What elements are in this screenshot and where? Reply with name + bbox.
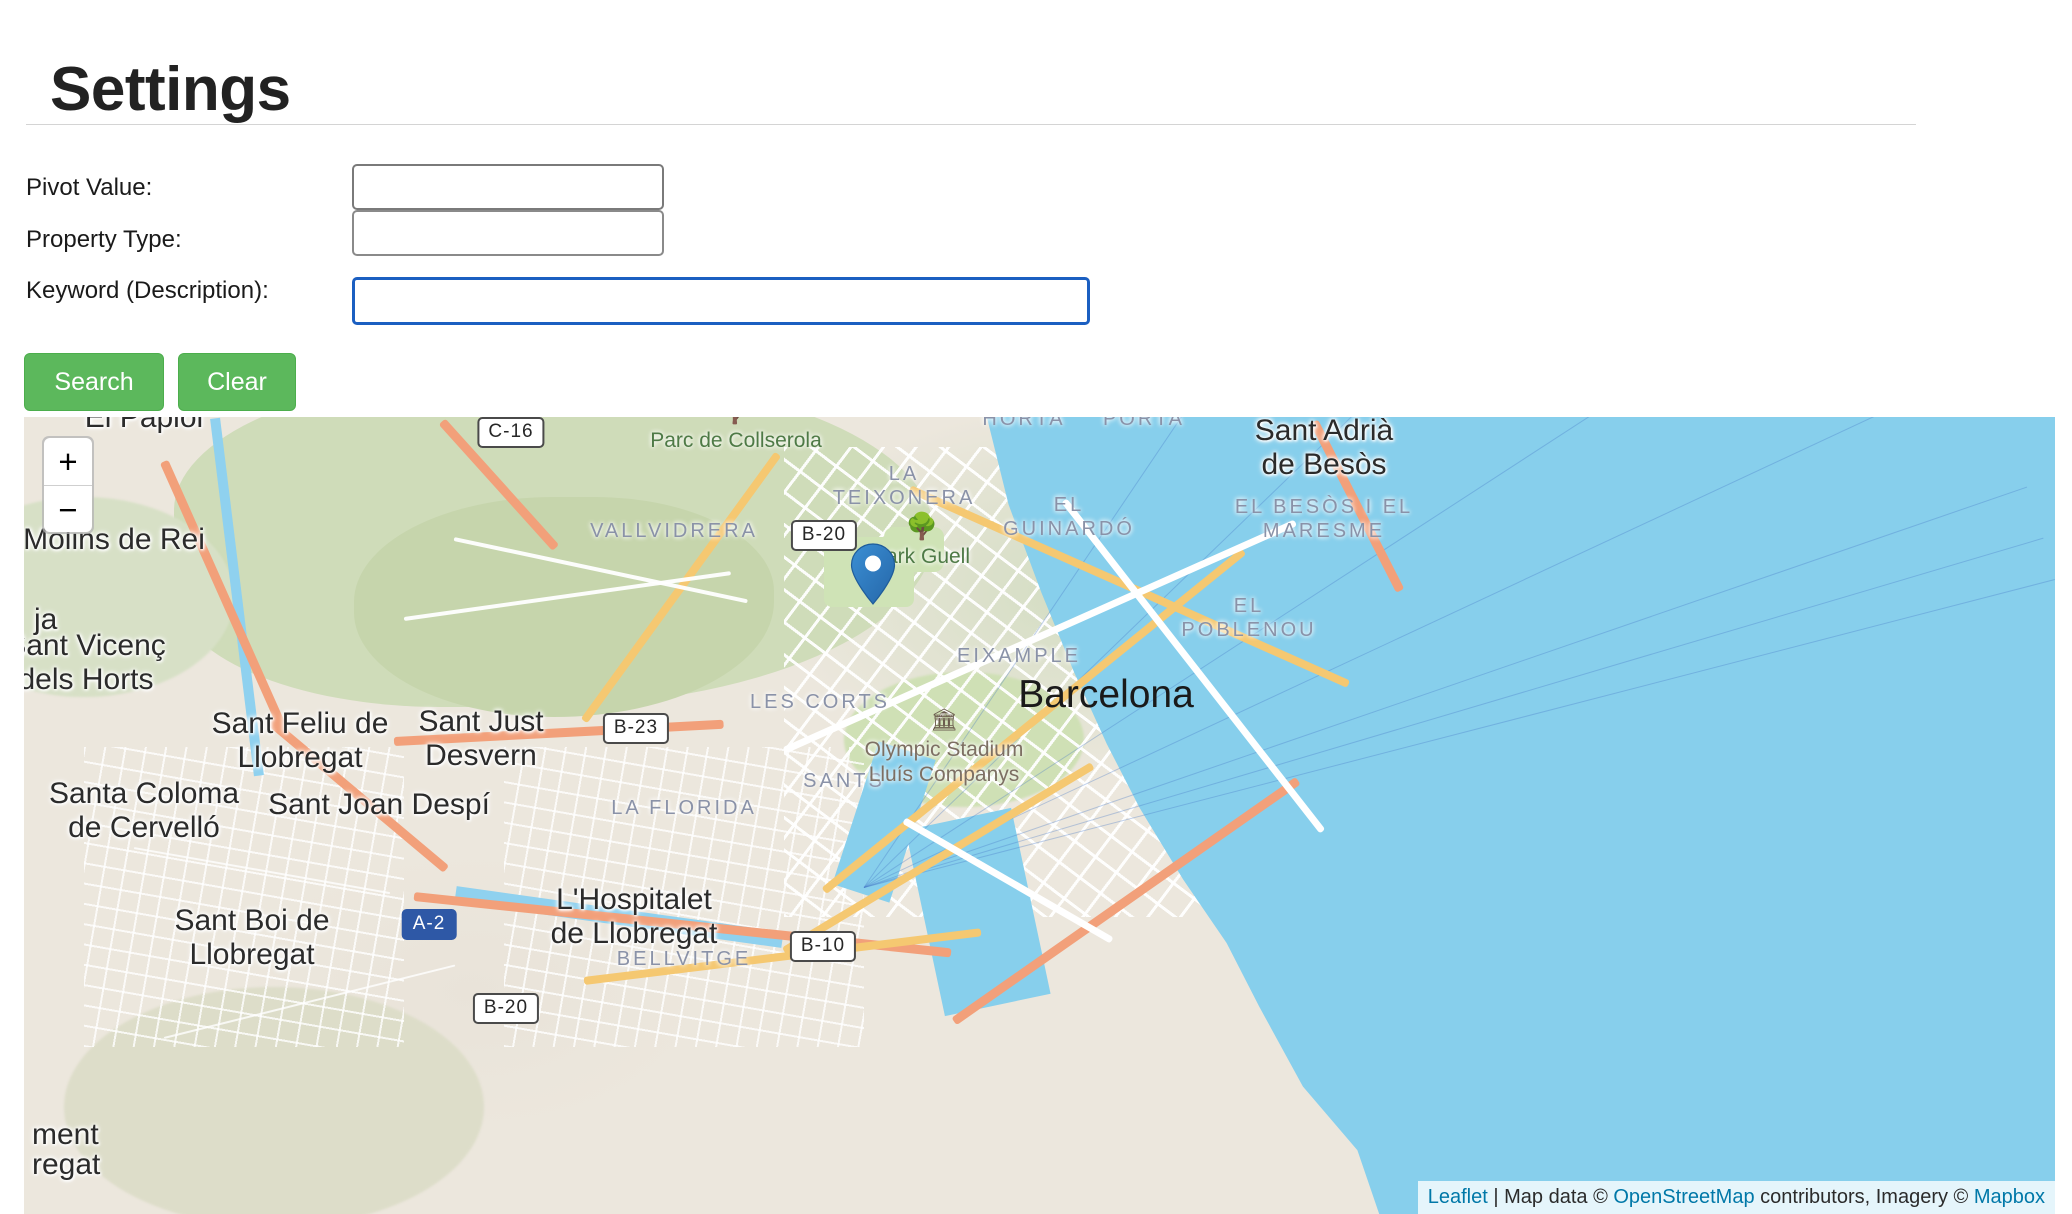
title-divider (26, 124, 1916, 125)
page-title: Settings (50, 56, 291, 124)
zoom-in-button[interactable]: + (44, 438, 92, 485)
map-marker-pin[interactable] (850, 543, 896, 605)
map-road-shield: A-2 (402, 909, 457, 940)
page-root: Settings Pivot Value: Property Type: Key… (0, 0, 2072, 1214)
map-road-shield: C-16 (477, 417, 544, 448)
stadium-icon-olympic: 🏛 (930, 709, 958, 731)
tree-icon-collserola: 🌳 (719, 417, 751, 423)
search-button[interactable]: Search (24, 353, 164, 411)
attribution-mapdata: Map data © (1504, 1186, 1613, 1208)
keyword-description-input[interactable] (352, 277, 1090, 325)
keyword-description-label: Keyword (Description): (26, 275, 326, 307)
map-road-shield: B-20 (473, 993, 539, 1024)
map-tile-layer: 🌳 🌳 🏛 El PapiolMolins de ReiSant Vicençd… (24, 417, 2055, 1214)
map-zoom-control: + − (42, 436, 94, 534)
zoom-out-button[interactable]: − (44, 485, 92, 532)
leaflet-link[interactable]: Leaflet (1428, 1186, 1488, 1208)
map-blocks-hospitalet (504, 747, 864, 1047)
leaflet-map[interactable]: 🌳 🌳 🏛 El PapiolMolins de ReiSant Vicençd… (24, 417, 2055, 1214)
property-type-label: Property Type: (26, 224, 182, 256)
attribution-separator: | (1488, 1186, 1504, 1208)
map-attribution: Leaflet | Map data © OpenStreetMap contr… (1418, 1181, 2055, 1214)
pivot-value-label: Pivot Value: (26, 172, 152, 204)
map-road-shield: B-10 (790, 931, 856, 962)
map-road-shield: B-20 (791, 520, 857, 551)
openstreetmap-link[interactable]: OpenStreetMap (1613, 1186, 1754, 1208)
pivot-value-select[interactable] (352, 164, 664, 210)
clear-button[interactable]: Clear (178, 353, 296, 411)
property-type-select[interactable] (352, 210, 664, 256)
tree-icon-park-guell: 🌳 (906, 513, 938, 539)
attribution-contributors: contributors, Imagery © (1755, 1186, 1974, 1208)
map-road-shield: B-23 (603, 713, 669, 744)
mapbox-link[interactable]: Mapbox (1974, 1186, 2045, 1208)
